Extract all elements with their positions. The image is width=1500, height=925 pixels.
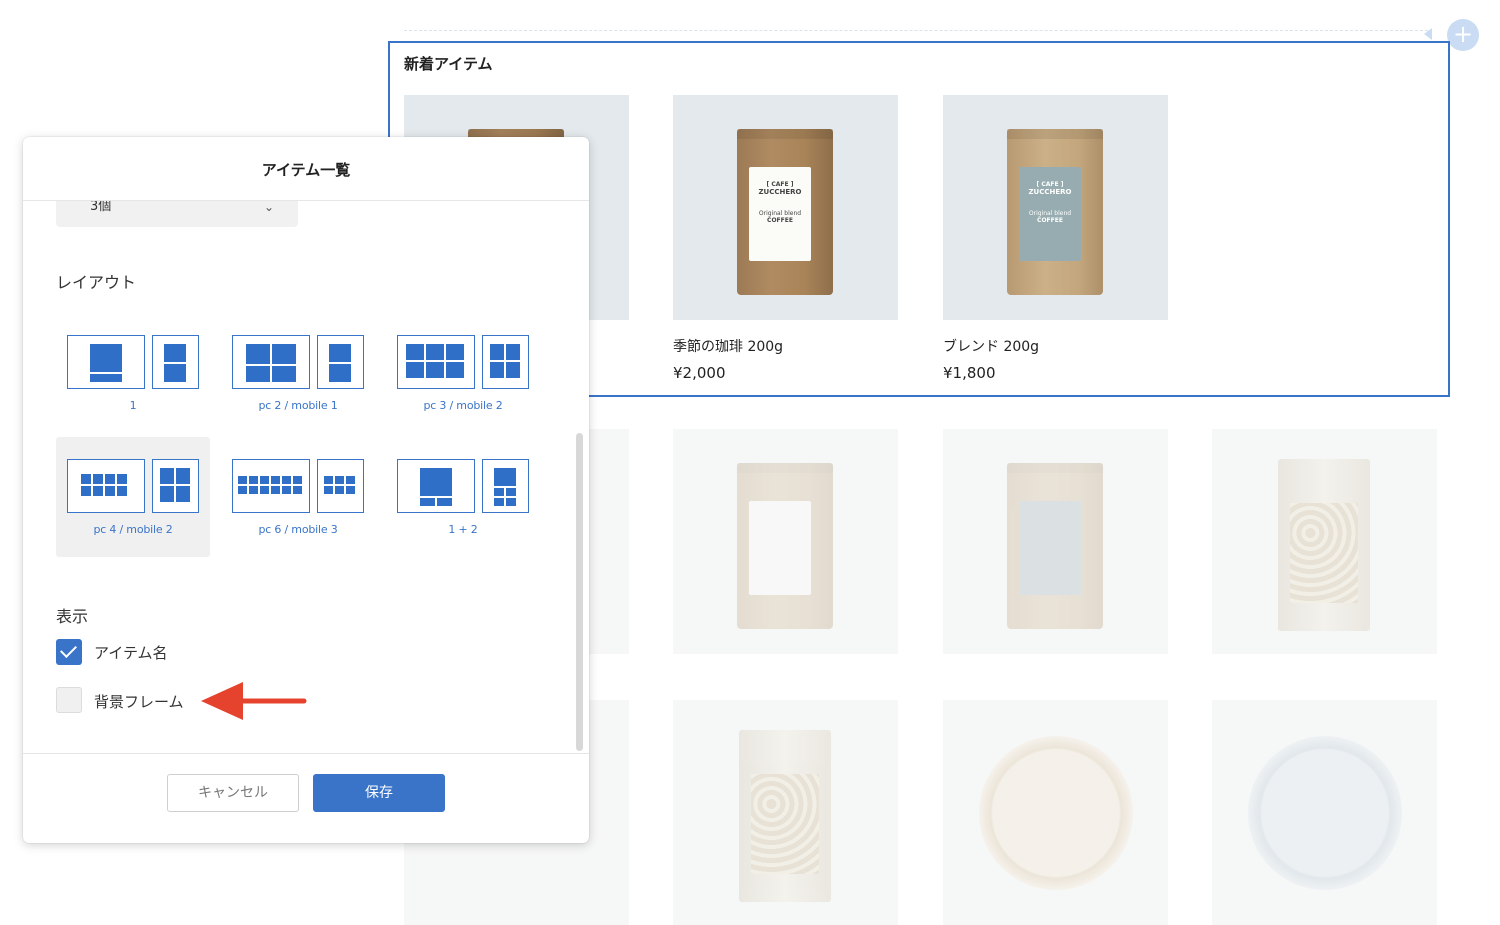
coffee-bag-image: [ CAFE ] ZUCCHERO Original blend COFFEE: [737, 129, 833, 295]
coffee-bag-image: [1007, 463, 1103, 629]
layout-option-pc4-mobile2[interactable]: pc 4 / mobile 2: [56, 437, 210, 557]
product-card[interactable]: [ CAFE ] ZUCCHERO Original blend COFFEE …: [943, 95, 1168, 382]
mobile-layout-preview: [317, 335, 364, 389]
background-frame-checkbox[interactable]: [56, 687, 82, 713]
pc-layout-preview: [67, 335, 145, 389]
bean-pouch-image: [739, 730, 831, 902]
product-name: 季節の珈琲 200g: [673, 339, 784, 355]
product-price: ¥1,800: [943, 364, 996, 382]
product-card[interactable]: [1212, 429, 1437, 654]
mobile-layout-preview: [482, 459, 529, 513]
plate-image: [1248, 736, 1402, 890]
coffee-bag-image: [ CAFE ] ZUCCHERO Original blend COFFEE: [1007, 129, 1103, 295]
layout-option-pc2-mobile1[interactable]: pc 2 / mobile 1: [221, 313, 375, 433]
product-image: [943, 700, 1168, 925]
pc-layout-preview: [397, 335, 475, 389]
modal-title: アイテム一覧: [23, 137, 589, 201]
product-image: [673, 429, 898, 654]
layout-option-caption: 1 + 2: [448, 523, 478, 536]
product-image: [ CAFE ] ZUCCHERO Original blend COFFEE: [673, 95, 898, 320]
layout-option-1[interactable]: 1: [56, 313, 210, 433]
product-name: ブレンド 200g: [943, 339, 1040, 355]
background-frame-checkbox-label[interactable]: 背景フレーム: [94, 691, 184, 712]
mobile-layout-preview: [152, 335, 199, 389]
bean-pouch-image: [1278, 459, 1370, 631]
section-divider: [404, 30, 1428, 31]
layout-option-caption: pc 4 / mobile 2: [93, 523, 173, 536]
pc-layout-preview: [232, 335, 310, 389]
modal-scrollbar[interactable]: [576, 433, 583, 751]
plus-icon: +: [1452, 20, 1474, 48]
modal-footer: キャンセル 保存: [23, 753, 589, 843]
mobile-layout-preview: [152, 459, 199, 513]
product-card[interactable]: [673, 429, 898, 654]
pc-layout-preview: [397, 459, 475, 513]
product-card[interactable]: [943, 429, 1168, 654]
product-card[interactable]: [943, 700, 1168, 925]
product-image: [1212, 700, 1437, 925]
layout-section-label: レイアウト: [56, 273, 137, 292]
product-card[interactable]: [1212, 700, 1437, 925]
plate-image: [979, 736, 1133, 890]
save-button[interactable]: 保存: [313, 774, 445, 812]
mobile-layout-preview: [482, 335, 529, 389]
mobile-layout-preview: [317, 459, 364, 513]
product-image: [943, 429, 1168, 654]
pc-layout-preview: [232, 459, 310, 513]
cancel-button[interactable]: キャンセル: [167, 774, 299, 812]
item-name-checkbox-label[interactable]: アイテム名: [94, 642, 168, 663]
product-card[interactable]: [673, 700, 898, 925]
coffee-bag-image: [737, 463, 833, 629]
layout-option-caption: 1: [129, 399, 137, 412]
section-title: 新着アイテム: [404, 55, 493, 73]
caret-left-icon: [1424, 28, 1432, 40]
chevron-down-icon: ⌄: [263, 201, 274, 214]
product-price: ¥2,000: [673, 364, 726, 382]
item-name-checkbox[interactable]: [56, 639, 82, 665]
product-image: [673, 700, 898, 925]
layout-option-pc3-mobile2[interactable]: pc 3 / mobile 2: [386, 313, 540, 433]
layout-option-caption: pc 3 / mobile 2: [423, 399, 503, 412]
product-image: [1212, 429, 1437, 654]
product-card[interactable]: [ CAFE ] ZUCCHERO Original blend COFFEE …: [673, 95, 898, 382]
layout-option-1plus2[interactable]: 1 + 2: [386, 437, 540, 557]
layout-option-caption: pc 6 / mobile 3: [258, 523, 338, 536]
annotation-arrow-icon: [201, 682, 307, 720]
modal-body[interactable]: 3個 ⌄ レイアウト 1 pc 2 / mobile 1 pc 3 / mobi…: [23, 201, 589, 753]
product-image: [ CAFE ] ZUCCHERO Original blend COFFEE: [943, 95, 1168, 320]
display-section-label: 表示: [56, 607, 89, 626]
layout-option-pc6-mobile3[interactable]: pc 6 / mobile 3: [221, 437, 375, 557]
pc-layout-preview: [67, 459, 145, 513]
item-count-select[interactable]: 3個 ⌄: [56, 201, 298, 227]
add-section-button[interactable]: +: [1447, 19, 1479, 51]
item-list-settings-modal: アイテム一覧 3個 ⌄ レイアウト 1 pc 2 / mobile 1 pc 3…: [23, 137, 589, 843]
layout-option-caption: pc 2 / mobile 1: [258, 399, 338, 412]
